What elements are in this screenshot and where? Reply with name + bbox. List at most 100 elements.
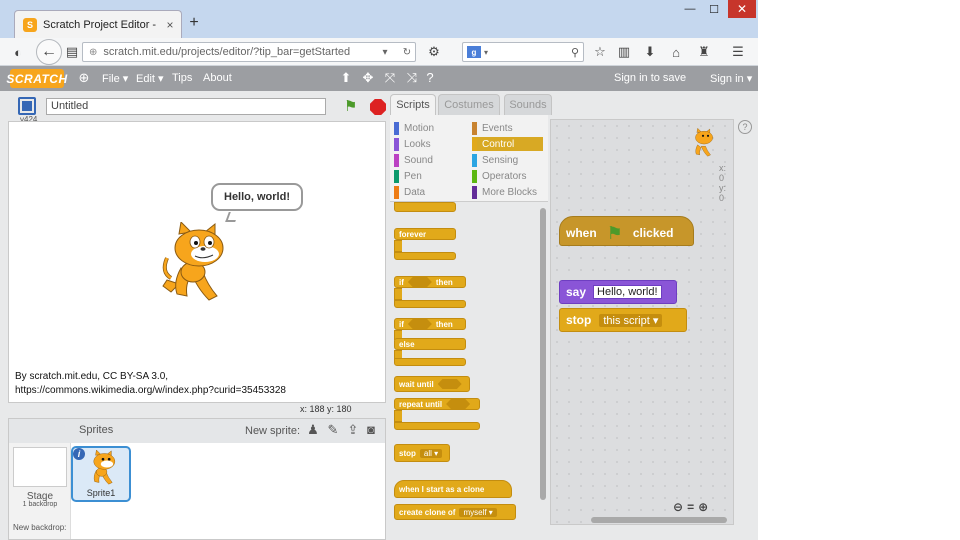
- url-bar[interactable]: ⊕ scratch.mit.edu/projects/editor/?tip_b…: [82, 42, 416, 62]
- sign-in-menu[interactable]: Sign in ▾: [710, 72, 752, 85]
- tab-groups-icon[interactable]: ▤: [62, 42, 82, 62]
- zoom-out-icon[interactable]: ⊖: [673, 500, 683, 514]
- cut-icon[interactable]: ✥: [360, 70, 376, 86]
- file-menu[interactable]: File ▾: [102, 72, 128, 85]
- browser-tab[interactable]: S Scratch Project Editor - Im... ×: [14, 10, 182, 38]
- say-block[interactable]: say Hello, world!: [559, 280, 677, 304]
- more-blocks-swatch: [472, 185, 477, 199]
- category-operators[interactable]: Operators: [472, 169, 544, 183]
- category-more-blocks[interactable]: More Blocks: [472, 185, 544, 199]
- reload-icon[interactable]: ↻: [399, 47, 415, 58]
- palette-scrollbar[interactable]: [540, 208, 546, 500]
- palette-block-repeat-until[interactable]: repeat until: [394, 398, 480, 410]
- extension-icon[interactable]: ♜: [694, 42, 714, 62]
- zoom-reset-icon[interactable]: =: [687, 500, 694, 514]
- category-label: Motion: [404, 122, 435, 134]
- stop-option-dropdown[interactable]: this script ▾: [599, 313, 663, 327]
- hamburger-menu-icon[interactable]: ☰: [728, 42, 748, 62]
- window-close-button[interactable]: ✕: [728, 0, 756, 18]
- paint-sprite-icon[interactable]: ✎: [325, 422, 341, 438]
- stop-sign-icon[interactable]: [370, 99, 386, 115]
- speech-bubble: Hello, world!: [211, 183, 303, 211]
- palette-block-forever[interactable]: forever: [394, 228, 456, 240]
- palette-block-if-else[interactable]: if then: [394, 318, 466, 330]
- stage-canvas[interactable]: Hello, world! By scratch.mit.edu, CC BY-…: [8, 121, 386, 403]
- tips-menu[interactable]: Tips: [172, 72, 192, 84]
- scratch-logo[interactable]: SCRATCH: [6, 69, 67, 88]
- scratch-cat-sprite[interactable]: [157, 222, 235, 304]
- category-pen[interactable]: Pen: [394, 169, 466, 183]
- category-sensing[interactable]: Sensing: [472, 153, 544, 167]
- window-minimize-button[interactable]: —: [678, 0, 702, 18]
- repeat-arm: [394, 410, 402, 422]
- when-flag-clicked-block[interactable]: when ⚑ clicked: [559, 216, 694, 246]
- speech-bubble-tail: [225, 212, 239, 222]
- clone-target-dropdown[interactable]: myself ▾: [459, 507, 497, 517]
- sprite-thumbnail-sprite1[interactable]: i Sprite1: [71, 446, 131, 502]
- tab-costumes[interactable]: Costumes: [438, 94, 500, 115]
- category-sound[interactable]: Sound: [394, 153, 466, 167]
- new-sprite-label: New sprite:: [245, 425, 301, 437]
- tab-scripts[interactable]: Scripts: [390, 94, 436, 115]
- tab-sounds[interactable]: Sounds: [504, 94, 552, 115]
- category-looks[interactable]: Looks: [394, 137, 466, 151]
- category-motion[interactable]: Motion: [394, 121, 466, 135]
- script-area-scrollbar[interactable]: [591, 517, 727, 523]
- palette-block-wait-until[interactable]: wait until: [394, 376, 470, 392]
- project-title-input[interactable]: Untitled: [46, 98, 326, 115]
- search-engine-dropdown-icon[interactable]: ▾: [484, 48, 488, 57]
- stage-selector[interactable]: Stage 1 backdrop New backdrop:: [9, 443, 71, 539]
- edit-menu[interactable]: Edit ▾: [136, 72, 164, 85]
- downloads-icon[interactable]: ⬇: [640, 42, 660, 62]
- condition-slot: [407, 319, 432, 329]
- script-area[interactable]: x: 0 y: 0 when ⚑ clicked say Hello, worl…: [550, 119, 734, 525]
- category-control[interactable]: Control: [472, 137, 543, 151]
- addon-icon[interactable]: ⚙: [424, 42, 444, 62]
- camera-sprite-icon[interactable]: ◙: [363, 422, 379, 438]
- stop-block[interactable]: stop this script ▾: [559, 308, 687, 332]
- home-icon[interactable]: ⌂: [666, 42, 686, 62]
- scratch-menubar: SCRATCH ⊕ File ▾ Edit ▾ Tips About ⬆ ✥ ⤧…: [0, 66, 758, 91]
- firefox-menu-icon[interactable]: ◐: [8, 42, 28, 62]
- bookmarks-list-icon[interactable]: ▥: [614, 42, 634, 62]
- category-label: Control: [482, 138, 515, 150]
- palette-block-create-clone[interactable]: create clone of myself ▾: [394, 504, 516, 520]
- search-icon[interactable]: ⚲: [571, 46, 579, 59]
- palette-block-if-then[interactable]: if then: [394, 276, 466, 288]
- shrink-icon[interactable]: ⤨: [404, 70, 420, 86]
- stage-thumbnail[interactable]: [13, 447, 67, 487]
- grow-icon[interactable]: ⤧: [382, 70, 398, 86]
- back-button[interactable]: ←: [36, 39, 62, 65]
- upload-sprite-icon[interactable]: ⇪: [345, 422, 361, 438]
- palette-block-when-start-clone[interactable]: when I start as a clone: [394, 480, 512, 498]
- condition-slot: [407, 277, 432, 287]
- sound-swatch: [394, 153, 399, 167]
- help-icon[interactable]: ?: [738, 120, 752, 134]
- stop-option-dropdown[interactable]: all ▾: [419, 448, 443, 458]
- category-data[interactable]: Data: [394, 185, 466, 199]
- language-globe-icon[interactable]: ⊕: [76, 70, 92, 86]
- bookmark-star-icon[interactable]: ☆: [590, 42, 610, 62]
- new-tab-button[interactable]: +: [186, 14, 202, 32]
- choose-sprite-icon[interactable]: ♟: [305, 422, 321, 438]
- if-arm: [394, 288, 402, 300]
- category-events[interactable]: Events: [472, 121, 544, 135]
- block-help-icon[interactable]: ?: [422, 70, 438, 85]
- duplicate-stamp-icon[interactable]: ⬆: [338, 70, 354, 86]
- category-label: Data: [404, 186, 426, 198]
- search-bar[interactable]: g ▾ ⚲: [462, 42, 584, 62]
- palette-block-c-bottom[interactable]: [394, 202, 456, 212]
- url-dropdown-icon[interactable]: ▾: [377, 47, 393, 58]
- say-text-input[interactable]: Hello, world!: [593, 285, 662, 299]
- sensing-swatch: [472, 153, 477, 167]
- about-menu[interactable]: About: [203, 72, 232, 84]
- presentation-mode-icon[interactable]: [18, 97, 36, 115]
- zoom-in-icon[interactable]: ⊕: [698, 500, 708, 514]
- window-maximize-button[interactable]: ☐: [702, 0, 726, 18]
- green-flag-icon[interactable]: ⚑: [344, 99, 360, 115]
- url-text[interactable]: scratch.mit.edu/projects/editor/?tip_bar…: [103, 46, 371, 58]
- category-label: Pen: [404, 170, 422, 182]
- tab-close-icon[interactable]: ×: [163, 18, 177, 32]
- sign-in-to-save-link[interactable]: Sign in to save: [614, 72, 686, 84]
- palette-block-stop[interactable]: stop all ▾: [394, 444, 450, 462]
